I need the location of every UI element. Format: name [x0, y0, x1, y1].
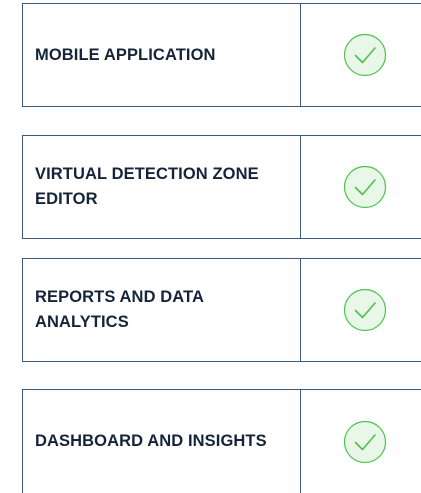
feature-label-cell: DASHBOARD AND INSIGHTS [23, 390, 301, 493]
feature-label: REPORTS AND DATA ANALYTICS [35, 288, 204, 331]
feature-label: VIRTUAL DETECTION ZONE EDITOR [35, 165, 259, 208]
feature-label-cell: VIRTUAL DETECTION ZONE EDITOR [23, 136, 301, 238]
checkmark-circle-icon [343, 420, 387, 463]
feature-row-reports-and-data-analytics: REPORTS AND DATA ANALYTICS [22, 258, 421, 362]
feature-row-mobile-application: MOBILE APPLICATION [22, 3, 421, 107]
feature-check-cell [301, 259, 421, 361]
feature-label: MOBILE APPLICATION [35, 45, 216, 64]
feature-row-virtual-detection-zone-editor: VIRTUAL DETECTION ZONE EDITOR [22, 135, 421, 239]
feature-label-cell: MOBILE APPLICATION [23, 4, 301, 106]
feature-label-cell: REPORTS AND DATA ANALYTICS [23, 259, 301, 361]
feature-label: DASHBOARD AND INSIGHTS [35, 432, 267, 450]
feature-row-dashboard-and-insights: DASHBOARD AND INSIGHTS [22, 389, 421, 493]
feature-check-cell [301, 4, 421, 106]
feature-check-cell [301, 136, 421, 238]
checkmark-circle-icon [343, 33, 387, 77]
checkmark-circle-icon [343, 288, 387, 332]
checkmark-circle-icon [343, 165, 387, 209]
feature-check-cell [301, 390, 421, 493]
